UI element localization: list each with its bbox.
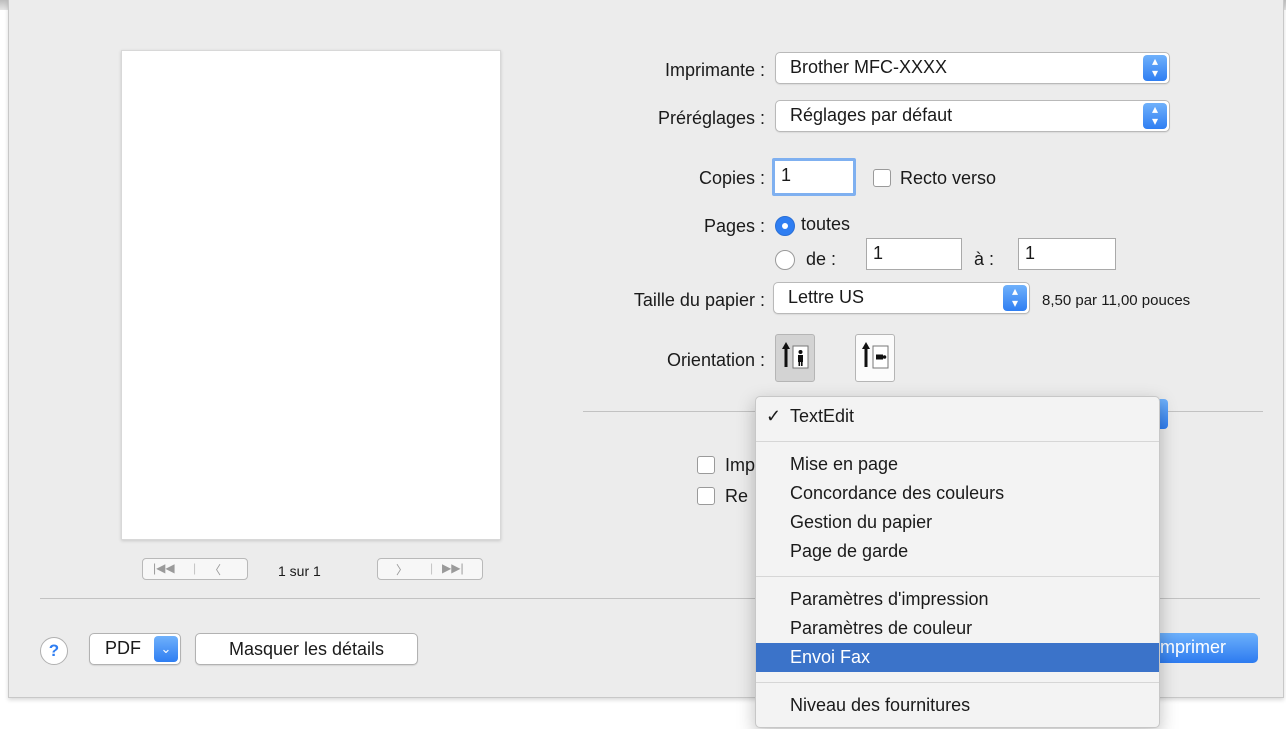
pages-to-value: 1 — [1025, 243, 1036, 263]
pages-from-field[interactable]: 1 — [866, 238, 962, 270]
copies-label: Copies : — [698, 168, 765, 188]
printer-label: Imprimante : — [664, 60, 765, 80]
duplex-checkbox[interactable] — [873, 169, 891, 187]
previous-page-button[interactable]: 〈 — [209, 561, 221, 578]
checkmark-icon: ✓ — [766, 406, 782, 426]
pages-to-field[interactable]: 1 — [1018, 238, 1116, 270]
section-menu: ✓ TextEdit Mise en page Concordance des … — [755, 396, 1160, 728]
menu-item-label: Concordance des couleurs — [790, 483, 1005, 503]
menu-separator — [756, 682, 1159, 683]
paper-dimensions: 8,50 par 11,00 pouces — [1042, 292, 1191, 309]
pages-to-label: à : — [974, 249, 995, 269]
preview-nav-forward-group: 〉 | ▶▶| — [377, 558, 483, 580]
nav-divider: | — [430, 561, 434, 575]
pages-all-label: toutes — [801, 214, 851, 234]
paper-size-value: Lettre US — [788, 287, 865, 307]
popup-arrows-icon: ▴ ▾ — [1143, 55, 1167, 81]
next-page-button[interactable]: 〉 — [396, 561, 408, 578]
copies-field[interactable]: 1 — [772, 158, 856, 196]
last-page-button[interactable]: ▶▶| — [442, 561, 464, 575]
menu-item-label: Niveau des fournitures — [790, 695, 971, 715]
presets-value: Réglages par défaut — [790, 105, 953, 125]
option-checkbox-1[interactable] — [697, 456, 715, 474]
option-label-1: Imp — [725, 455, 756, 475]
help-icon: ? — [48, 641, 60, 660]
popup-arrows-icon: ▴ ▾ — [1143, 103, 1167, 129]
menu-item-envoi-fax[interactable]: Envoi Fax — [756, 643, 1159, 672]
menu-item-mise-en-page[interactable]: Mise en page — [756, 450, 1159, 479]
preview-nav-back-group: |◀◀ | 〈 — [142, 558, 248, 580]
nav-divider: | — [193, 561, 197, 575]
pages-from-value: 1 — [873, 243, 884, 263]
menu-separator — [756, 576, 1159, 577]
pages-label: Pages : — [703, 216, 765, 236]
chevron-down-icon: ⌄ — [154, 636, 178, 662]
landscape-orientation-button[interactable] — [855, 334, 895, 382]
menu-item-gestion-papier[interactable]: Gestion du papier — [756, 508, 1159, 537]
page-preview — [121, 50, 501, 540]
printer-value: Brother MFC-XXXX — [790, 57, 948, 77]
paper-size-label: Taille du papier : — [633, 290, 765, 310]
hide-details-button[interactable]: Masquer les détails — [195, 633, 418, 665]
pages-all-radio[interactable] — [775, 216, 795, 236]
popup-arrows-icon: ▴ ▾ — [1003, 285, 1027, 311]
pages-range-radio[interactable] — [775, 250, 795, 270]
pages-from-label: de : — [806, 249, 837, 269]
printer-popup[interactable]: Brother MFC-XXXX ▴ ▾ — [775, 52, 1170, 84]
presets-popup[interactable]: Réglages par défaut ▴ ▾ — [775, 100, 1170, 132]
paper-size-popup[interactable]: Lettre US ▴ ▾ — [773, 282, 1030, 314]
portrait-icon — [782, 342, 809, 369]
menu-item-label: Mise en page — [790, 454, 899, 474]
menu-item-label: TextEdit — [790, 406, 855, 426]
menu-item-label: Gestion du papier — [790, 512, 933, 532]
option-label-2: Re — [725, 486, 749, 506]
menu-item-concordance-couleurs[interactable]: Concordance des couleurs — [756, 479, 1159, 508]
pdf-menu-button[interactable]: PDF ⌄ — [89, 633, 181, 665]
landscape-icon — [862, 342, 889, 369]
menu-separator — [756, 441, 1159, 442]
option-checkbox-2[interactable] — [697, 487, 715, 505]
menu-item-page-de-garde[interactable]: Page de garde — [756, 537, 1159, 566]
presets-label: Préréglages : — [657, 108, 765, 128]
first-page-button[interactable]: |◀◀ — [153, 561, 175, 575]
orientation-label: Orientation : — [666, 350, 765, 370]
menu-item-label: Page de garde — [790, 541, 909, 561]
portrait-orientation-button[interactable] — [775, 334, 815, 382]
menu-item-parametres-couleur[interactable]: Paramètres de couleur — [756, 614, 1159, 643]
menu-item-textedit[interactable]: ✓ TextEdit — [756, 402, 1159, 431]
duplex-label: Recto verso — [900, 168, 997, 188]
menu-item-label: Paramètres de couleur — [790, 618, 973, 638]
pdf-label: PDF — [105, 638, 141, 658]
page-counter: 1 sur 1 — [278, 563, 321, 579]
menu-item-label: Paramètres d'impression — [790, 589, 989, 609]
print-label: mprimer — [1160, 637, 1226, 657]
help-button[interactable]: ? — [40, 637, 68, 665]
menu-item-label: Envoi Fax — [790, 647, 871, 667]
menu-item-niveau-fournitures[interactable]: Niveau des fournitures — [756, 691, 1159, 720]
menu-item-parametres-impression[interactable]: Paramètres d'impression — [756, 585, 1159, 614]
copies-value: 1 — [781, 165, 792, 185]
